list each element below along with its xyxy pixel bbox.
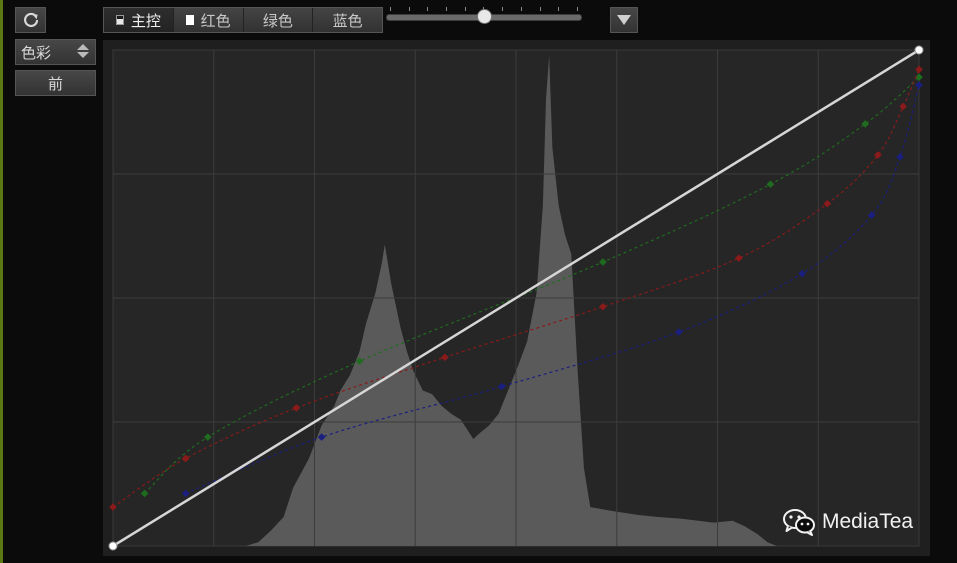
curves-tool-window: 色彩 前 主控 红色 绿色 蓝色 MediaTea	[0, 0, 957, 563]
wechat-icon	[783, 509, 815, 536]
tab-green-label: 绿色	[262, 11, 293, 30]
curve-mode-value: 色彩	[21, 43, 52, 62]
curve-intensity-slider[interactable]	[386, 6, 582, 28]
curve-mode-select[interactable]: 色彩	[15, 39, 96, 65]
channel-checkbox-red[interactable]	[185, 15, 194, 25]
tab-master-label: 主控	[130, 11, 161, 30]
tab-blue[interactable]: 蓝色	[313, 8, 382, 32]
reset-curves-button[interactable]	[15, 7, 46, 33]
tab-blue-label: 蓝色	[332, 11, 363, 30]
master-curve-control-point	[914, 45, 924, 55]
window-edge-accent	[0, 0, 3, 563]
curve-editor-panel[interactable]	[103, 40, 930, 556]
before-preview-label: 前	[47, 74, 63, 93]
updown-arrows-icon	[77, 44, 89, 58]
curve-graph[interactable]	[103, 40, 930, 556]
tab-red[interactable]: 红色	[173, 8, 244, 32]
refresh-icon	[23, 12, 38, 28]
channel-checkbox-master[interactable]	[115, 15, 124, 25]
master-curve-control-point	[108, 541, 118, 551]
tab-green[interactable]: 绿色	[243, 8, 314, 32]
watermark: MediaTea	[782, 508, 913, 536]
tab-red-label: 红色	[200, 11, 231, 30]
tab-master[interactable]: 主控	[104, 8, 174, 32]
triangle-down-icon	[617, 15, 631, 25]
watermark-text: MediaTea	[822, 510, 914, 533]
before-preview-button[interactable]: 前	[15, 70, 96, 96]
options-dropdown-button[interactable]	[610, 7, 638, 33]
channel-tabs: 主控 红色 绿色 蓝色	[103, 7, 383, 33]
slider-thumb[interactable]	[477, 9, 492, 24]
